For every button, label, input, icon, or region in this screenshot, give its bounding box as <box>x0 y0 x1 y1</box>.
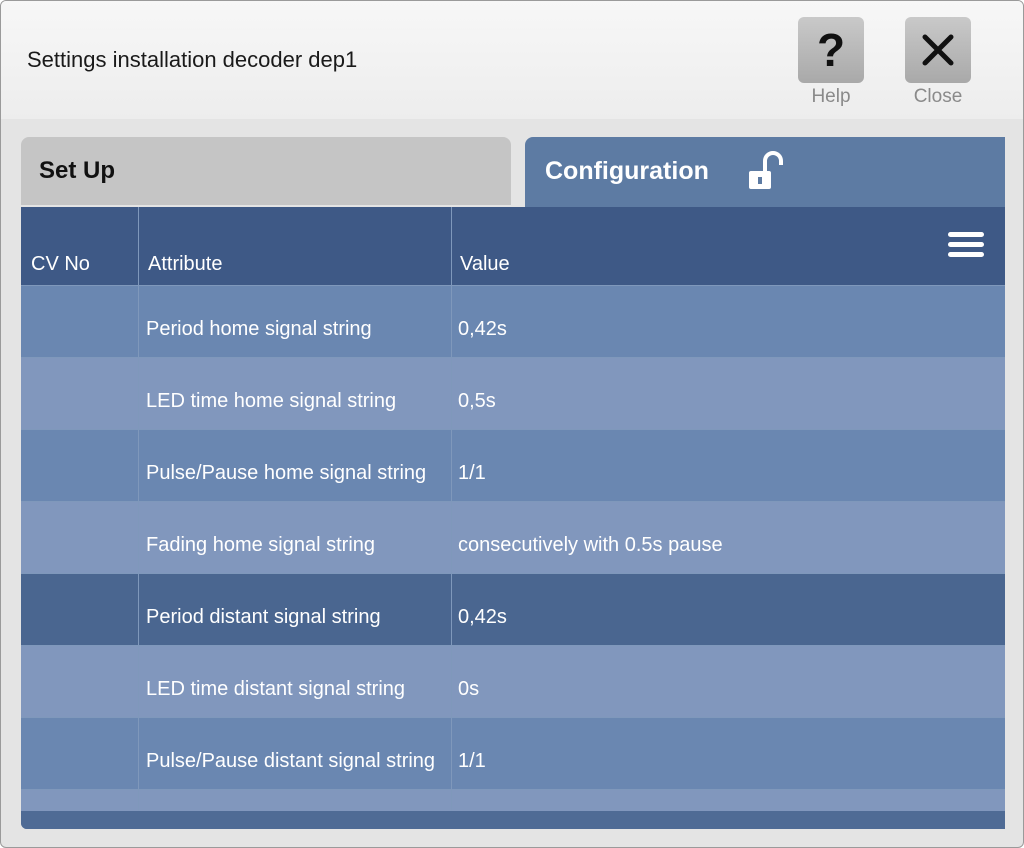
help-label: Help <box>811 86 851 107</box>
tab-configuration-label: Configuration <box>545 157 709 185</box>
attribute-cell: Fading home signal string <box>146 534 376 556</box>
value-cell: 1/1 <box>458 750 486 772</box>
attribute-cell: LED time home signal string <box>146 390 397 412</box>
value-cell: 0,42s <box>458 606 507 628</box>
table-row[interactable]: Period home signal string 0,42s <box>21 285 1005 357</box>
column-divider <box>138 207 139 829</box>
dialog-header: Settings installation decoder dep1 ? Hel… <box>1 1 1023 119</box>
value-cell: 0,5s <box>458 390 496 412</box>
attribute-cell: Pulse/Pause home signal string <box>146 462 427 484</box>
attribute-cell: Period distant signal string <box>146 606 381 628</box>
value-cell: consecutively with 0.5s pause <box>458 534 723 556</box>
attribute-cell: Period home signal string <box>146 318 372 340</box>
value-cell: 0,42s <box>458 318 507 340</box>
cv-table: CV No Attribute Value Period home signal… <box>21 207 1005 829</box>
table-row-selected[interactable]: Period distant signal string 0,42s <box>21 573 1005 645</box>
settings-dialog: Settings installation decoder dep1 ? Hel… <box>0 0 1024 848</box>
column-header-cv-no[interactable]: CV No <box>31 253 90 276</box>
close-icon <box>905 17 971 83</box>
attribute-cell: LED time distant signal string <box>146 678 406 700</box>
attribute-cell: Pulse/Pause distant signal string <box>146 750 436 772</box>
table-row[interactable]: Pulse/Pause distant signal string 1/1 <box>21 717 1005 789</box>
dialog-title: Settings installation decoder dep1 <box>27 47 358 72</box>
table-row[interactable]: Pulse/Pause home signal string 1/1 <box>21 429 1005 501</box>
column-header-attribute[interactable]: Attribute <box>148 253 222 276</box>
help-button[interactable]: ? Help <box>797 17 865 111</box>
column-divider <box>451 207 452 829</box>
svg-text:?: ? <box>817 26 845 74</box>
hamburger-menu-icon[interactable] <box>947 229 985 266</box>
table-body: Period home signal string 0,42s LED time… <box>21 285 1005 815</box>
close-button[interactable]: Close <box>904 17 972 111</box>
table-row[interactable]: LED time home signal string 0,5s <box>21 357 1005 429</box>
table-row[interactable]: LED time distant signal string 0s <box>21 645 1005 717</box>
tab-set-up-label: Set Up <box>39 157 116 184</box>
column-header-value[interactable]: Value <box>460 253 510 276</box>
table-row[interactable]: Fading home signal string consecutively … <box>21 501 1005 573</box>
tab-set-up[interactable]: Set Up <box>21 137 511 205</box>
value-cell: 1/1 <box>458 462 486 484</box>
tab-configuration[interactable]: Configuration <box>525 137 1005 209</box>
value-cell: 0s <box>458 678 480 700</box>
close-label: Close <box>913 86 963 107</box>
help-icon: ? <box>798 17 864 83</box>
table-header: CV No Attribute Value <box>21 207 1005 285</box>
table-footer-bar <box>21 811 1005 829</box>
unlocked-padlock-icon[interactable] <box>747 151 783 196</box>
